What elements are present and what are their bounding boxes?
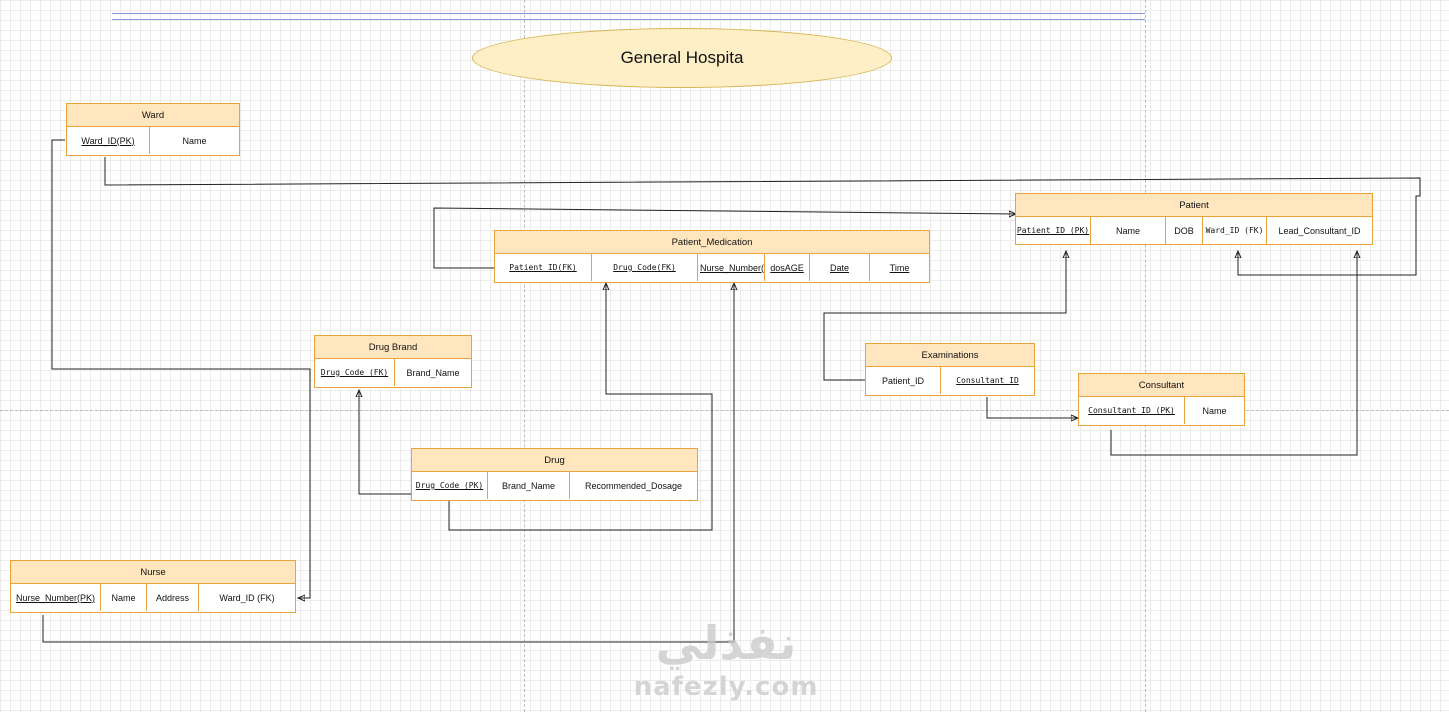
connector-examinations-consultant [986, 397, 1078, 418]
attribute-cell[interactable]: Patient_ID (PK) [1016, 217, 1091, 244]
entity-header: Ward [67, 104, 239, 127]
entity-nurse[interactable]: Nurse Nurse_Number(PK) Name Address Ward… [10, 560, 296, 613]
attribute-cell[interactable]: Name [150, 127, 239, 154]
attribute-cell[interactable]: Nurse_Number(PK) [11, 584, 101, 611]
entity-header: Patient_Medication [495, 231, 929, 254]
attribute-cell[interactable]: Nurse_Number(FK) [698, 254, 765, 281]
connector-ward-nurse [51, 139, 311, 598]
attribute-cell[interactable]: Time [870, 254, 929, 281]
entity-header: Examinations [866, 344, 1034, 367]
attribute-cell[interactable]: Ward_ID (FK) [199, 584, 295, 611]
watermark: نفذلي nafezly.com [626, 614, 826, 710]
entity-ward[interactable]: Ward Ward_ID(PK) Name [66, 103, 240, 156]
attribute-row: Patient_ID(FK) Drug_Code(FK) Nurse_Numbe… [495, 254, 929, 281]
entity-patient-medication[interactable]: Patient_Medication Patient_ID(FK) Drug_C… [494, 230, 930, 283]
entity-header: Consultant [1079, 374, 1244, 397]
entity-header: Drug Brand [315, 336, 471, 359]
attribute-cell[interactable]: Name [1091, 217, 1166, 244]
watermark-url-text: nafezly.com [633, 672, 819, 702]
watermark-arabic-text: نفذلي [655, 616, 797, 670]
entity-examinations[interactable]: Examinations Patient_ID Consultant_ID [865, 343, 1035, 396]
attribute-cell[interactable]: Drug_Code(FK) [592, 254, 698, 281]
entity-consultant[interactable]: Consultant Consultant_ID (PK) Name [1078, 373, 1245, 426]
attribute-cell[interactable]: Date [810, 254, 870, 281]
entity-header: Drug [412, 449, 697, 472]
attribute-cell[interactable]: Address [147, 584, 199, 611]
diagram-canvas: General Hospita Ward Ward_ID(PK) Name Pa… [0, 0, 1449, 712]
attribute-cell[interactable]: Drug_Code (PK) [412, 472, 488, 499]
entity-header: Patient [1016, 194, 1372, 217]
attribute-cell[interactable]: Brand_Name [488, 472, 570, 499]
attribute-row: Ward_ID(PK) Name [67, 127, 239, 154]
attribute-cell[interactable]: Name [101, 584, 147, 611]
attribute-row: Patient_ID Consultant_ID [866, 367, 1034, 394]
entity-patient[interactable]: Patient Patient_ID (PK) Name DOB Ward_ID… [1015, 193, 1373, 245]
attribute-cell[interactable]: Drug_Code (FK) [315, 359, 395, 386]
attribute-cell[interactable]: Ward_ID(PK) [67, 127, 150, 154]
entity-drug[interactable]: Drug Drug_Code (PK) Brand_Name Recommend… [411, 448, 698, 501]
attribute-cell[interactable]: Consultant_ID (PK) [1079, 397, 1185, 424]
attribute-cell[interactable]: Name [1185, 397, 1244, 424]
entity-header: Nurse [11, 561, 295, 584]
attribute-cell[interactable]: Ward_ID (FK) [1203, 217, 1267, 244]
attribute-row: Drug_Code (PK) Brand_Name Recommended_Do… [412, 472, 697, 499]
attribute-cell[interactable]: Lead_Consultant_ID [1267, 217, 1372, 244]
attribute-cell[interactable]: Brand_Name [395, 359, 471, 386]
attribute-cell[interactable]: Patient_ID(FK) [495, 254, 592, 281]
attribute-row: Patient_ID (PK) Name DOB Ward_ID (FK) Le… [1016, 217, 1372, 244]
attribute-row: Drug_Code (FK) Brand_Name [315, 359, 471, 386]
entity-drug-brand[interactable]: Drug Brand Drug_Code (FK) Brand_Name [314, 335, 472, 388]
attribute-cell[interactable]: Recommended_Dosage [570, 472, 697, 499]
attribute-cell[interactable]: dosAGE [765, 254, 810, 281]
attribute-row: Consultant_ID (PK) Name [1079, 397, 1244, 424]
attribute-row: Nurse_Number(PK) Name Address Ward_ID (F… [11, 584, 295, 611]
attribute-cell[interactable]: DOB [1166, 217, 1203, 244]
attribute-cell[interactable]: Consultant_ID [941, 367, 1034, 394]
attribute-cell[interactable]: Patient_ID [866, 367, 941, 394]
connector-drug-drugbrand [359, 390, 411, 495]
